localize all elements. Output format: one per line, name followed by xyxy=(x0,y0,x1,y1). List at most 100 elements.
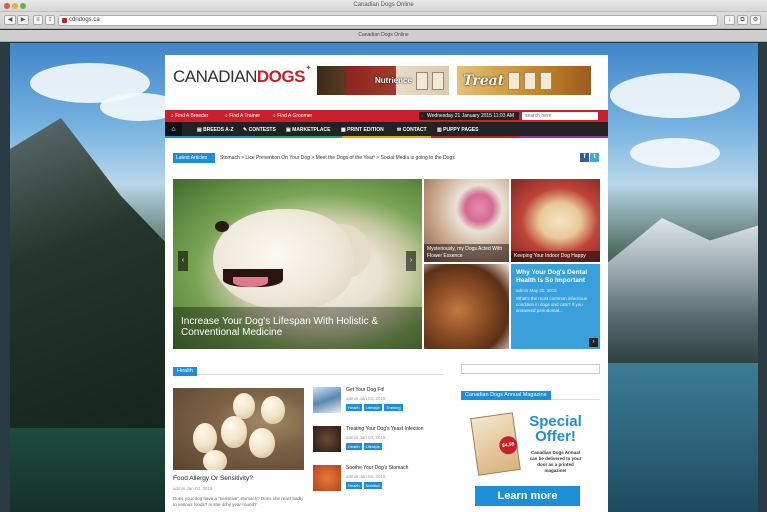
browser-toolbar: ◀ ▶ ≡ ⇪ cdndogs.ca ↓ ⧉ ⚙ xyxy=(0,12,767,29)
main-navigation: ⌂ ▤ BREEDS A-Z ✎ CONTESTS ▣ MARKETPLACE … xyxy=(165,122,608,138)
tag-list: Health Lifestyle xyxy=(346,443,383,450)
slider-next-button[interactable]: › xyxy=(406,251,416,271)
tag[interactable]: Health xyxy=(346,482,362,489)
nav-label: MARKETPLACE xyxy=(292,127,331,133)
egg xyxy=(249,428,275,458)
ticker-links[interactable]: Stomach > Lice Prevention On Your Dog > … xyxy=(220,155,455,161)
thumbnail-image xyxy=(313,465,341,491)
magazine-widget-header: Canadian Dogs Annual Magazine xyxy=(461,391,600,400)
tile-excerpt: What's the most common infectious condit… xyxy=(516,296,587,313)
share-icon[interactable]: ⇪ xyxy=(45,15,55,25)
special-offer-text: Canadian Dogs Annual can be delivered to… xyxy=(529,450,582,473)
find-trainer-link[interactable]: ⌕ Find A Trainer xyxy=(225,113,260,119)
lake-right xyxy=(598,363,758,512)
tile-meta: admin May 30, 2015 xyxy=(516,288,557,293)
tag[interactable]: Lifestyle xyxy=(363,443,383,450)
egg xyxy=(193,423,217,453)
nutrience-ad-banner[interactable]: Nutrience xyxy=(317,66,449,95)
tag[interactable]: Nutrition xyxy=(363,482,383,489)
tile-next-arrow-icon[interactable]: › xyxy=(589,338,598,347)
forward-button[interactable]: ▶ xyxy=(17,15,29,25)
nav-label: PUPPY PAGES xyxy=(443,127,479,133)
forest-mountain-left xyxy=(10,118,180,428)
maple-leaf-icon: ✦ xyxy=(305,65,312,72)
latest-articles-ticker: Latest Articles Stomach > Lice Preventio… xyxy=(173,153,600,163)
window-title: Canadian Dogs Online xyxy=(353,2,414,8)
article-tile-dental-image[interactable] xyxy=(424,264,509,349)
logo-text-light: CANADIAN xyxy=(173,67,257,86)
downloads-icon[interactable]: ↓ xyxy=(724,15,735,25)
nav-label: CONTESTS xyxy=(248,127,276,133)
product-bag-icon xyxy=(415,71,428,90)
list-item[interactable]: Get Your Dog Fit! admin Jan 03, 2015 Hea… xyxy=(313,387,444,417)
site-search-input[interactable] xyxy=(522,112,598,120)
facebook-icon[interactable]: f xyxy=(580,153,589,162)
product-bag-icon xyxy=(540,71,553,90)
special-offer-heading: Special Offer! xyxy=(529,413,582,445)
find-breeder-link[interactable]: ⌕ Find A Breeder xyxy=(171,113,208,119)
learn-more-button[interactable]: Learn more xyxy=(475,486,580,506)
site-favicon-icon xyxy=(62,18,67,23)
health-section-label[interactable]: Health xyxy=(173,367,197,376)
list-item-meta: admin Jan 03, 2015 xyxy=(346,435,386,440)
sidebar-search-input[interactable] xyxy=(461,364,600,374)
tag[interactable]: Health xyxy=(346,443,362,450)
date-display: Wednesday 21 January 2015 11:03 AM xyxy=(419,112,519,120)
egg xyxy=(203,450,227,470)
twitter-icon[interactable]: t xyxy=(590,153,599,162)
article-tile-dental-health[interactable]: Why Your Dog's Dental Health Is So Impor… xyxy=(511,264,600,349)
product-bag-icon xyxy=(431,71,444,90)
back-button[interactable]: ◀ xyxy=(4,15,16,25)
ad-text: Nutrience xyxy=(375,76,412,85)
egg xyxy=(233,393,255,419)
list-item-title[interactable]: Get Your Dog Fit! xyxy=(346,387,384,393)
cloud xyxy=(630,138,720,168)
featured-article-title[interactable]: Food Allergy Or Sensitivity? xyxy=(173,475,253,482)
list-item[interactable]: Soothe Your Dog's Stomach admin Jan 03, … xyxy=(313,465,444,495)
slider-prev-button[interactable]: ‹ xyxy=(178,251,188,271)
dog-image xyxy=(213,209,353,309)
list-item-title[interactable]: Soothe Your Dog's Stomach xyxy=(346,465,408,471)
address-url: cdndogs.ca xyxy=(69,17,100,23)
tabs-overview-icon[interactable]: ⧉ xyxy=(737,15,748,25)
address-bar[interactable]: cdndogs.ca xyxy=(58,15,718,26)
nav-label: PRINT EDITION xyxy=(347,127,384,133)
reader-icon[interactable]: ≡ xyxy=(33,15,43,25)
find-groomer-link[interactable]: ⌕ Find A Groomer xyxy=(273,113,312,119)
top-utility-bar: ⌕ Find A Breeder ⌕ Find A Trainer ⌕ Find… xyxy=(165,110,608,122)
list-item-title[interactable]: Treating Your Dog's Yeast Infection xyxy=(346,426,424,432)
magazine-widget-label: Canadian Dogs Annual Magazine xyxy=(461,391,551,400)
price-badge: $4.95 xyxy=(498,435,519,456)
site-logo[interactable]: CANADIANDOGS ✦ xyxy=(173,65,311,87)
settings-icon[interactable]: ⚙ xyxy=(750,15,761,25)
eggs-image[interactable] xyxy=(173,388,304,470)
tag[interactable]: Training xyxy=(384,404,403,411)
featured-slider[interactable]: ‹ › Increase Your Dog's Lifespan With Ho… xyxy=(173,179,422,349)
tile-title: Why Your Dog's Dental Health Is So Impor… xyxy=(516,269,588,284)
active-tab[interactable]: Canadian Dogs Online xyxy=(0,32,767,38)
magazine-cover-image: $4.95 xyxy=(470,412,521,476)
nav-color-strip xyxy=(165,136,608,138)
link-label: Find A Groomer xyxy=(277,113,313,119)
tile-caption: Keeping Your Indoor Dog Happy xyxy=(511,251,600,262)
thumbnail-image xyxy=(313,426,341,452)
dog-image-nose xyxy=(215,221,229,232)
product-bag-icon xyxy=(524,71,537,90)
list-item[interactable]: Treating Your Dog's Yeast Infection admi… xyxy=(313,426,444,456)
logo-text-bold: DOGS xyxy=(256,67,306,86)
nav-label: CONTACT xyxy=(402,127,427,133)
article-tile-indoor-dog[interactable]: Keeping Your Indoor Dog Happy xyxy=(511,179,600,262)
list-item-meta: admin Jan 03, 2015 xyxy=(346,396,386,401)
tag[interactable]: Lifestyle xyxy=(363,404,383,411)
slider-caption[interactable]: Increase Your Dog's Lifespan With Holist… xyxy=(173,307,422,349)
tab-bar: Canadian Dogs Online xyxy=(0,30,767,42)
window-titlebar: Canadian Dogs Online xyxy=(0,0,767,12)
article-tile-flower-essence[interactable]: Mysteriously, my Dogs Acted With Flower … xyxy=(424,179,509,262)
tag-list: Health Nutrition xyxy=(346,482,383,489)
egg xyxy=(221,416,247,448)
magazine-offer-ad[interactable]: $4.95 Special Offer! Canadian Dogs Annua… xyxy=(470,410,584,512)
featured-article-excerpt: Does your dog have a "sensitive" stomach… xyxy=(173,496,304,507)
treat-ad-banner[interactable]: Treat xyxy=(457,66,591,95)
tag[interactable]: Health xyxy=(346,404,362,411)
list-item-meta: admin Jan 03, 2015 xyxy=(346,474,386,479)
